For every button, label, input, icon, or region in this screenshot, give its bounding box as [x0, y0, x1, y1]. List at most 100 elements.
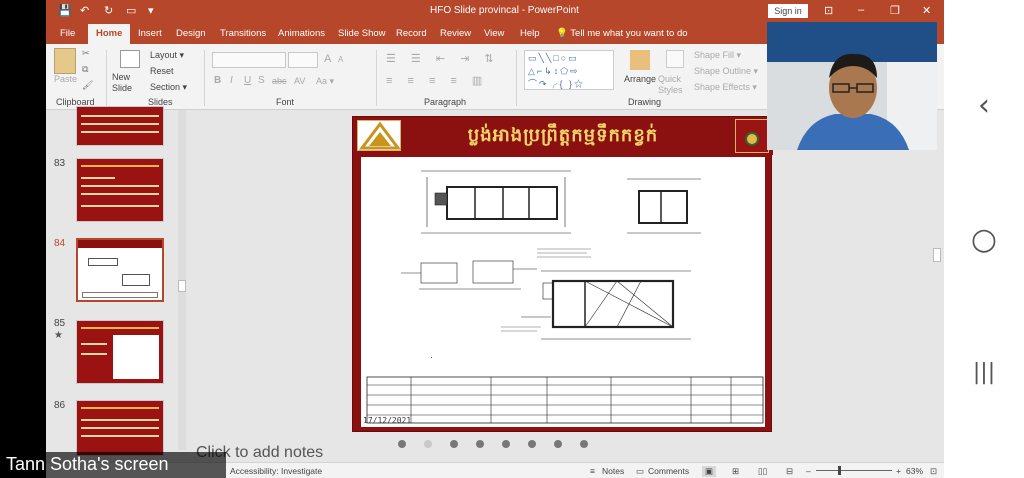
editor-scrollbar[interactable]	[932, 110, 942, 462]
slide-thumbnail-84-selected[interactable]	[76, 238, 164, 302]
save-icon[interactable]: 💾	[58, 4, 72, 17]
redo-icon[interactable]: ↻	[104, 4, 113, 17]
tab-help[interactable]: Help	[520, 28, 540, 39]
shape-effects-button[interactable]: Shape Effects ▾	[694, 82, 757, 93]
nav-dot[interactable]	[554, 440, 562, 448]
thumbnail-text	[81, 427, 159, 429]
fit-slide-icon[interactable]: ⊡	[930, 466, 937, 477]
slide-date: 17/12/2021	[363, 416, 412, 425]
back-icon[interactable]: ‹	[944, 88, 1024, 123]
shape-fill-button[interactable]: Shape Fill ▾	[694, 50, 741, 61]
strikethrough-button[interactable]: abc	[272, 76, 287, 86]
char-spacing-button[interactable]: AV	[294, 76, 305, 86]
new-slide-icon[interactable]	[120, 50, 140, 68]
comments-button[interactable]: Comments	[648, 466, 689, 476]
arrange-icon[interactable]	[630, 50, 650, 70]
thumbnail-title	[81, 327, 159, 329]
zoom-slider[interactable]	[816, 470, 892, 471]
copy-icon[interactable]: ⧉	[82, 64, 88, 75]
start-presentation-icon[interactable]: ▭	[126, 4, 136, 17]
grow-font-button[interactable]: A	[324, 53, 331, 65]
recent-apps-icon[interactable]: |||	[944, 360, 1024, 385]
paste-button[interactable]: Paste	[54, 74, 77, 84]
nav-dot-active[interactable]	[424, 440, 432, 448]
scroll-thumb[interactable]	[178, 280, 186, 292]
italic-button[interactable]: I	[230, 75, 233, 86]
sign-in-button[interactable]: Sign in	[768, 4, 808, 18]
nav-dot[interactable]	[580, 440, 588, 448]
nav-dot[interactable]	[528, 440, 536, 448]
thumbnail-table	[113, 335, 159, 379]
quick-styles-button[interactable]: Quick Styles	[658, 74, 692, 96]
font-family-select[interactable]	[212, 52, 286, 68]
arrange-button[interactable]: Arrange	[624, 74, 656, 84]
home-icon[interactable]: ○	[944, 222, 1024, 257]
nav-dot[interactable]	[398, 440, 406, 448]
thumbnail-text	[81, 177, 116, 179]
thumbnail-title	[81, 407, 159, 409]
customize-qa-icon[interactable]: ▾	[148, 4, 154, 17]
tab-review[interactable]: Review	[440, 28, 471, 39]
undo-icon[interactable]: ↶	[80, 4, 89, 17]
emblem-badge	[735, 119, 769, 153]
shrink-font-button[interactable]: A	[338, 55, 343, 64]
tab-home[interactable]: Home	[88, 24, 131, 44]
minimize-icon[interactable]: –	[858, 4, 864, 16]
layout-button[interactable]: Layout ▾	[150, 50, 184, 61]
list-icons[interactable]: ☰ ☰ ⇤ ⇥ ⇅	[386, 52, 500, 65]
scroll-thumb[interactable]	[933, 248, 941, 262]
tab-animations[interactable]: Animations	[278, 28, 325, 39]
nav-dot[interactable]	[502, 440, 510, 448]
slide-sorter-icon[interactable]: ⊞	[732, 466, 739, 477]
reset-button[interactable]: Reset	[150, 66, 174, 76]
change-case-button[interactable]: Aa ▾	[316, 76, 334, 87]
shape-outline-button[interactable]: Shape Outline ▾	[694, 66, 758, 77]
nav-dot[interactable]	[450, 440, 458, 448]
tab-record[interactable]: Record	[396, 28, 427, 39]
tab-design[interactable]: Design	[176, 28, 206, 39]
accessibility-status[interactable]: Accessibility: Investigate	[230, 466, 322, 476]
align-icons[interactable]: ≡ ≡ ≡ ≡ ▥	[386, 74, 488, 87]
zoom-in-icon[interactable]: +	[896, 466, 901, 476]
tab-view[interactable]: View	[484, 28, 504, 39]
shapes-gallery[interactable]: ▭╲╲□○▭ △⌐↳↕⬠⇨ ⌒↷╭{ }☆	[524, 50, 614, 90]
slideshow-view-icon[interactable]: ⊟	[786, 466, 793, 477]
notes-button[interactable]: Notes	[602, 466, 624, 476]
thumbnail-text	[81, 205, 159, 207]
quick-styles-icon[interactable]	[666, 50, 684, 68]
slide-thumbnail-83[interactable]	[76, 158, 164, 222]
tab-file[interactable]: File	[60, 28, 75, 39]
tab-transitions[interactable]: Transitions	[220, 28, 266, 39]
reading-view-icon[interactable]: ▯▯	[758, 466, 767, 477]
tab-slide-show[interactable]: Slide Show	[338, 28, 386, 39]
zoom-level[interactable]: 63%	[906, 466, 923, 476]
drawing-group-label: Drawing	[628, 97, 662, 107]
cut-icon[interactable]: ✂	[82, 48, 90, 59]
nav-dot[interactable]	[476, 440, 484, 448]
slide-thumbnail-85[interactable]	[76, 320, 164, 384]
normal-view-icon[interactable]: ▣	[702, 466, 717, 477]
font-size-select[interactable]	[288, 52, 318, 68]
tab-insert[interactable]: Insert	[138, 28, 162, 39]
zoom-out-icon[interactable]: –	[806, 466, 811, 476]
tell-me-search[interactable]: 💡 Tell me what you want to do	[556, 28, 688, 39]
slide-drawing-area: 17/12/2021	[361, 157, 765, 427]
paste-icon[interactable]	[54, 48, 76, 74]
slide-thumbnail-86[interactable]	[76, 400, 164, 456]
current-slide[interactable]: ប្លង់អាងប្រព្រឹត្តកម្មទឹកកខ្វក់ 17/12/20…	[352, 116, 773, 432]
thumbnails-scrollbar[interactable]	[178, 110, 186, 450]
webcam-video	[767, 22, 937, 150]
close-icon[interactable]: ✕	[922, 4, 931, 17]
maximize-icon[interactable]: ❐	[890, 4, 900, 17]
section-button[interactable]: Section ▾	[150, 82, 187, 93]
text-shadow-button[interactable]: S	[258, 75, 265, 86]
underline-button[interactable]: U	[244, 75, 251, 86]
slide-thumbnail-82[interactable]	[76, 106, 164, 146]
zoom-slider-thumb[interactable]	[838, 466, 841, 475]
new-slide-button[interactable]: New Slide	[112, 72, 146, 94]
format-painter-icon[interactable]: 🖌	[82, 80, 93, 91]
slide-editor: ប្លង់អាងប្រព្រឹត្តកម្មទឹកកខ្វក់ 17/12/20…	[196, 110, 936, 440]
thumbnail-drawing	[122, 274, 150, 286]
bold-button[interactable]: B	[214, 75, 221, 86]
ribbon-display-icon[interactable]: ⊡	[824, 4, 833, 17]
